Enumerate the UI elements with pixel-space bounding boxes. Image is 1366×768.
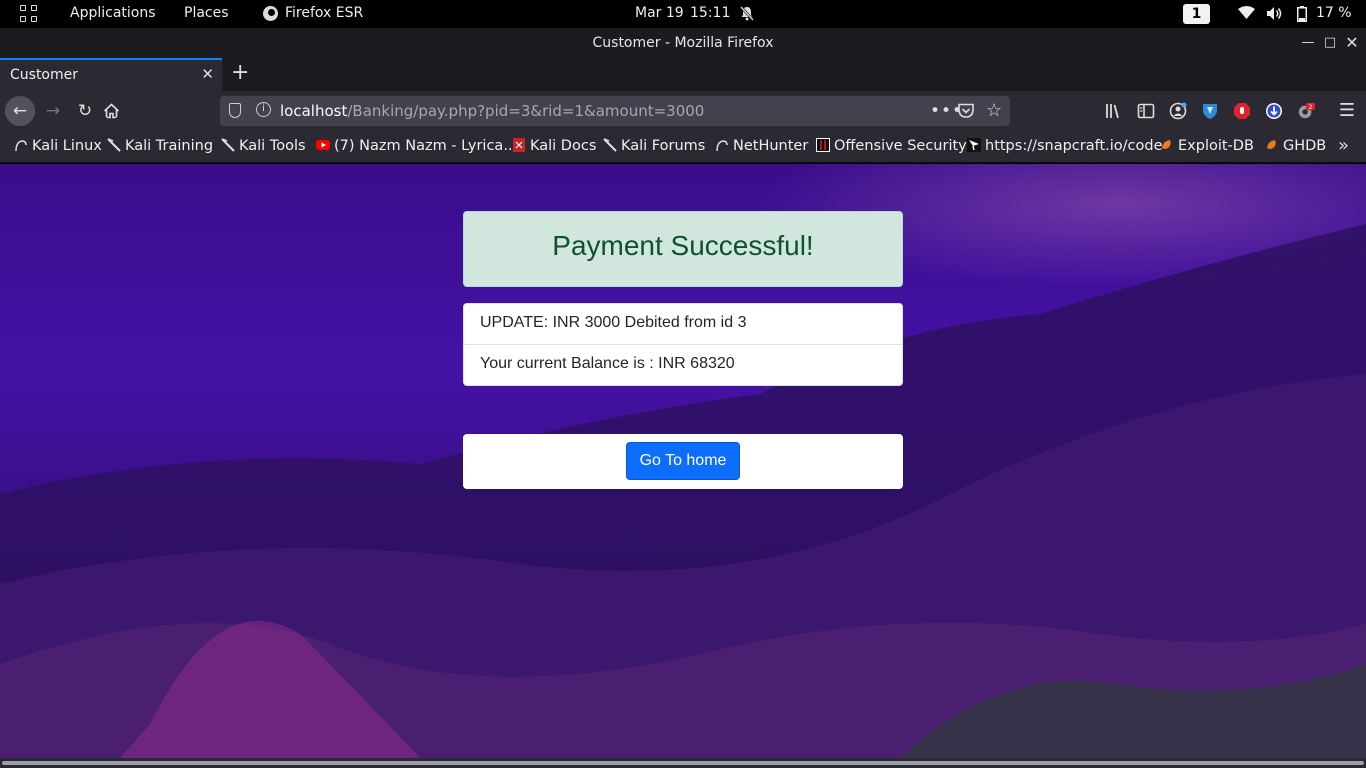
workspace-indicator[interactable]: 1 bbox=[1183, 4, 1210, 24]
transaction-details-list: UPDATE: INR 3000 Debited from id 3 Your … bbox=[463, 303, 903, 386]
download-extension-icon[interactable] bbox=[1265, 102, 1283, 120]
chevron-more-bookmarks-icon[interactable]: » bbox=[1338, 135, 1349, 156]
app-grid-icon[interactable] bbox=[20, 5, 38, 23]
close-window-icon[interactable]: ✕ bbox=[1344, 35, 1360, 51]
shield-extension-icon[interactable] bbox=[1201, 102, 1219, 120]
applications-menu[interactable]: Applications bbox=[70, 5, 156, 21]
go-to-home-button[interactable]: Go To home bbox=[626, 442, 740, 480]
forward-arrow-icon[interactable]: → bbox=[39, 97, 67, 125]
bookmark-kali-docs[interactable]: Kali Docs bbox=[512, 138, 596, 154]
exploitdb-icon bbox=[1267, 140, 1276, 149]
home-icon[interactable] bbox=[103, 103, 120, 119]
library-icon[interactable] bbox=[1105, 102, 1123, 120]
active-app-menu[interactable]: Firefox ESR bbox=[285, 5, 363, 21]
youtube-icon bbox=[316, 140, 330, 150]
hamburger-menu-icon[interactable]: ☰ bbox=[1333, 97, 1361, 125]
home-button-container: Go To home bbox=[463, 434, 903, 489]
svg-text:2: 2 bbox=[1308, 104, 1312, 111]
bookmark-snapcraft[interactable]: https://snapcraft.io/code bbox=[967, 138, 1163, 154]
offsec-icon bbox=[816, 138, 830, 152]
kali-dragon-icon bbox=[15, 140, 27, 152]
scrollbar-thumb[interactable] bbox=[2, 761, 1364, 765]
horizontal-scrollbar[interactable] bbox=[0, 758, 1366, 768]
kali-dragon-icon bbox=[716, 140, 728, 152]
new-tab-icon[interactable]: + bbox=[231, 62, 249, 84]
bookmark-nethunter[interactable]: NetHunter bbox=[715, 138, 808, 154]
url-text[interactable]: localhost/Banking/pay.php?pid=3&rid=1&am… bbox=[280, 102, 704, 120]
close-tab-icon[interactable]: ✕ bbox=[201, 65, 214, 83]
tab-customer[interactable]: Customer ✕ bbox=[0, 58, 222, 91]
firefox-icon bbox=[263, 6, 278, 21]
bookmark-kali-forums[interactable]: Kali Forums bbox=[603, 138, 705, 154]
maximize-icon[interactable]: □ bbox=[1322, 35, 1338, 51]
bookmark-kali-tools[interactable]: Kali Tools bbox=[221, 138, 306, 154]
exploitdb-icon bbox=[1162, 140, 1171, 149]
tracking-protection-shield-icon[interactable] bbox=[229, 103, 241, 118]
reload-icon[interactable]: ↻ bbox=[71, 97, 99, 125]
notifications-off-icon bbox=[740, 6, 754, 21]
bookmarks-toolbar: Kali Linux Kali Training Kali Tools (7) … bbox=[0, 131, 1366, 163]
places-menu[interactable]: Places bbox=[184, 5, 229, 21]
bookmark-ghdb[interactable]: GHDB bbox=[1265, 138, 1326, 154]
account-icon[interactable] bbox=[1169, 102, 1187, 120]
snapcraft-icon bbox=[967, 138, 981, 152]
kali-docs-icon bbox=[513, 138, 525, 152]
payment-success-alert: Payment Successful! bbox=[463, 211, 903, 287]
navigation-toolbar: ← → ↻ i localhost/Banking/pay.php?pid=3&… bbox=[0, 91, 1366, 131]
kali-knife-icon bbox=[107, 138, 121, 152]
sidebar-icon[interactable] bbox=[1137, 102, 1155, 120]
tab-title: Customer bbox=[10, 67, 79, 83]
bookmark-kali-training[interactable]: Kali Training bbox=[107, 138, 213, 154]
adblock-extension-icon[interactable] bbox=[1233, 102, 1251, 120]
battery-percentage: 17 % bbox=[1316, 5, 1352, 21]
battery-icon[interactable] bbox=[1297, 6, 1307, 22]
kali-knife-icon bbox=[221, 138, 235, 152]
wifi-icon[interactable] bbox=[1238, 6, 1255, 20]
system-top-bar: Applications Places Firefox ESR Mar 19 1… bbox=[0, 0, 1366, 28]
address-bar[interactable]: i localhost/Banking/pay.php?pid=3&rid=1&… bbox=[220, 96, 1010, 126]
tab-strip: Customer ✕ + bbox=[0, 58, 1366, 91]
pocket-icon[interactable] bbox=[958, 103, 974, 118]
kali-knife-icon bbox=[603, 138, 617, 152]
bookmark-star-icon[interactable]: ☆ bbox=[986, 100, 1002, 121]
extension-badge-icon[interactable]: 2 bbox=[1297, 102, 1315, 120]
bookmark-exploit-db[interactable]: Exploit-DB bbox=[1160, 138, 1254, 154]
bookmark-kali-linux[interactable]: Kali Linux bbox=[14, 138, 102, 154]
debit-update-line: UPDATE: INR 3000 Debited from id 3 bbox=[464, 304, 902, 345]
clock-time[interactable]: 15:11 bbox=[690, 5, 730, 21]
window-title-bar: Customer - Mozilla Firefox — □ ✕ bbox=[0, 28, 1366, 58]
success-message: Payment Successful! bbox=[552, 230, 814, 261]
back-arrow-icon[interactable]: ← bbox=[5, 96, 35, 126]
volume-icon[interactable] bbox=[1266, 6, 1283, 21]
current-balance-line: Your current Balance is : INR 68320 bbox=[480, 355, 735, 372]
bookmark-offensive-security[interactable]: Offensive Security bbox=[816, 138, 967, 154]
site-info-icon[interactable]: i bbox=[256, 102, 271, 117]
clock-date[interactable]: Mar 19 bbox=[635, 5, 684, 21]
bookmark-youtube-nazm[interactable]: (7) Nazm Nazm - Lyrica... bbox=[316, 138, 517, 154]
minimize-icon[interactable]: — bbox=[1300, 35, 1316, 51]
window-title: Customer - Mozilla Firefox bbox=[592, 35, 774, 51]
page-content: Payment Successful! UPDATE: INR 3000 Deb… bbox=[0, 164, 1366, 758]
